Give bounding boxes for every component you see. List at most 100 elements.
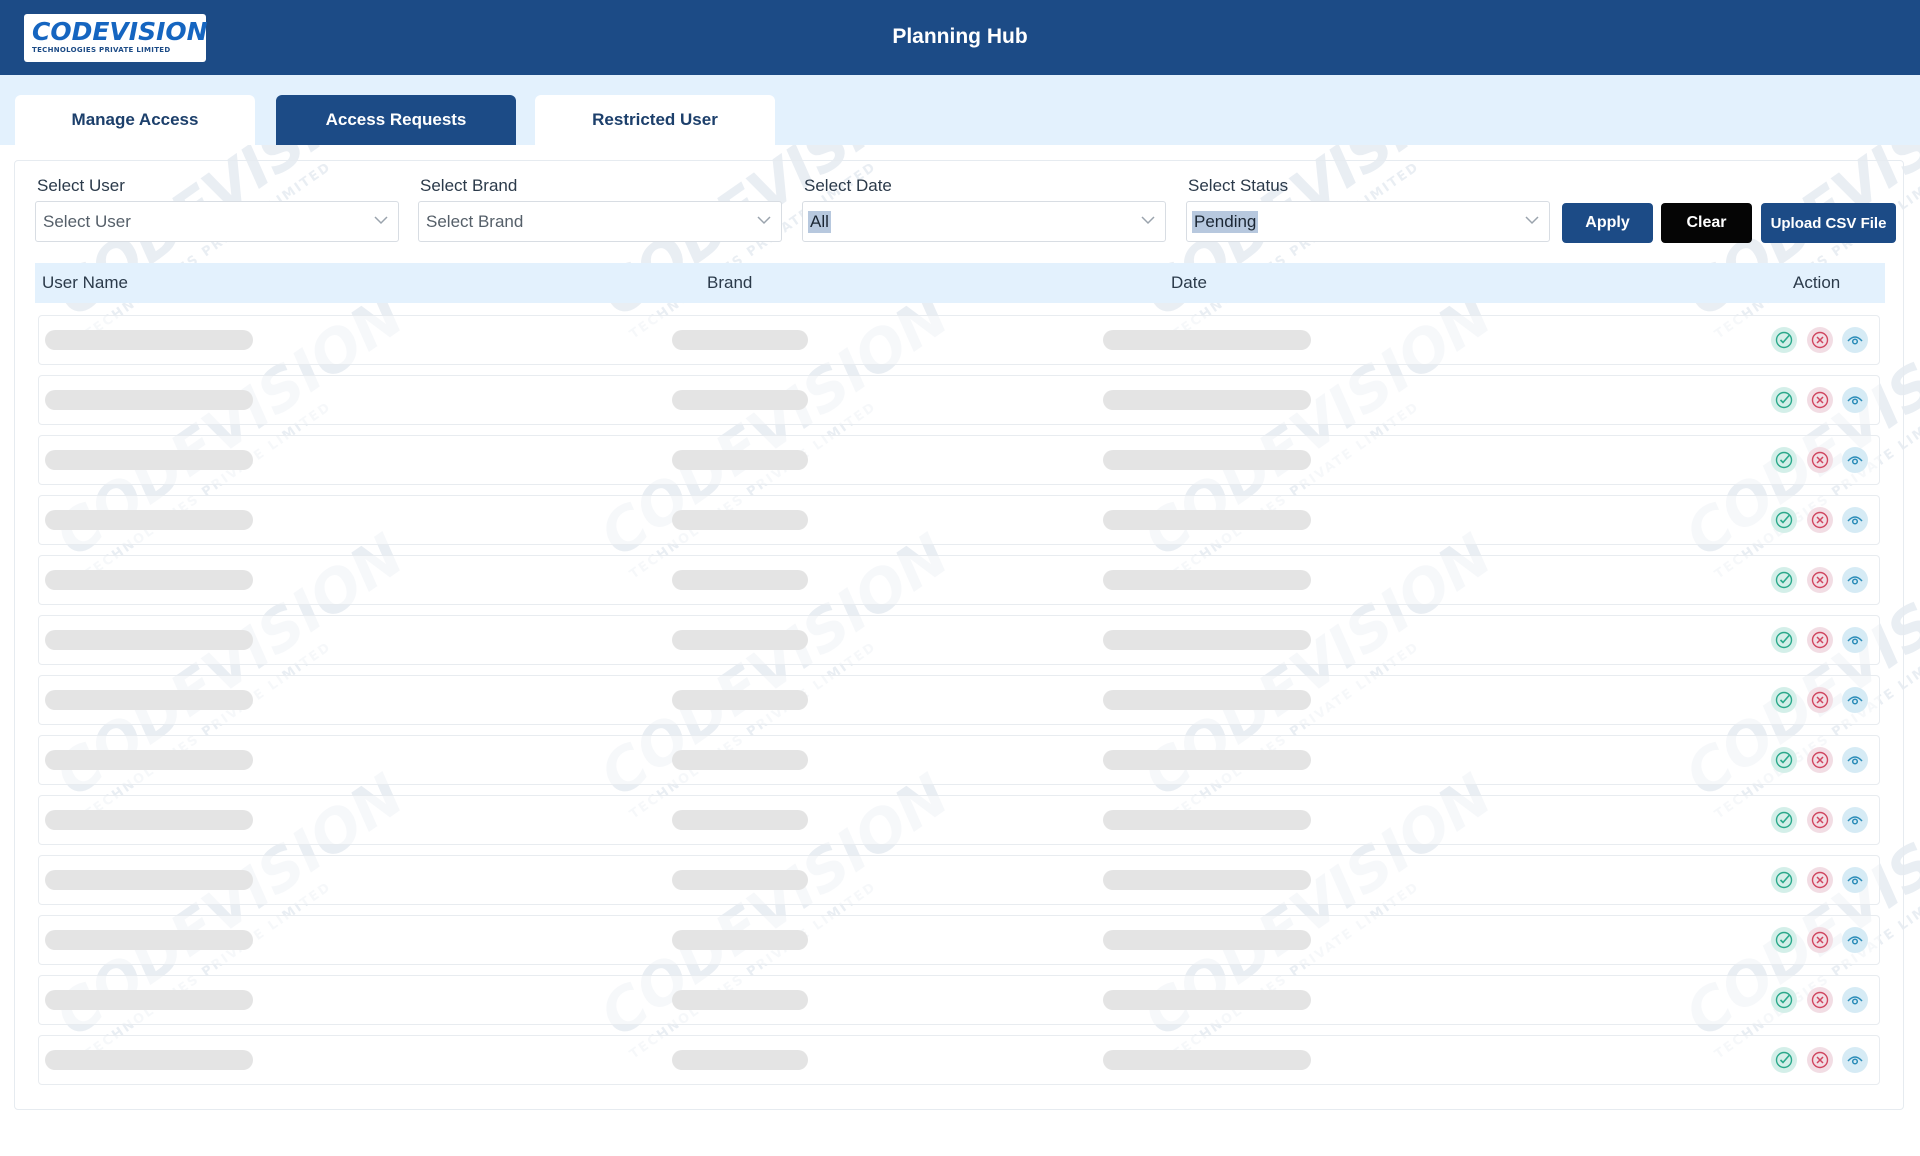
select-brand-dropdown[interactable]: Select Brand [418,201,782,242]
view-eye-icon [1847,696,1863,705]
view-button[interactable] [1842,747,1868,773]
approve-button[interactable] [1771,627,1797,653]
tab-manage-access[interactable]: Manage Access [15,95,255,145]
view-eye-icon [1847,876,1863,885]
reject-button[interactable] [1807,567,1833,593]
app-header: CODEVISION TECHNOLOGIES PRIVATE LIMITED … [0,0,1920,75]
view-button[interactable] [1842,1047,1868,1073]
select-status-dropdown[interactable]: Pending [1186,201,1550,242]
select-date-value: All [808,211,831,233]
table-row [38,615,1880,665]
view-button[interactable] [1842,807,1868,833]
column-header-date: Date [1171,273,1207,292]
view-button[interactable] [1842,867,1868,893]
approve-button[interactable] [1771,687,1797,713]
approve-button[interactable] [1771,747,1797,773]
view-button[interactable] [1842,927,1868,953]
approve-button[interactable] [1771,447,1797,473]
column-header-user-name: User Name [42,273,128,292]
view-button[interactable] [1842,447,1868,473]
column-header-action: Action [1793,273,1841,292]
approve-button[interactable] [1771,1047,1797,1073]
reject-button[interactable] [1807,1047,1833,1073]
approve-check-icon [1775,811,1793,829]
clear-button[interactable]: Clear [1661,203,1752,243]
select-user-dropdown[interactable]: Select User [35,201,399,242]
skeleton-user-name [45,450,253,470]
approve-check-icon [1775,571,1793,589]
chevron-down-icon [757,216,771,225]
skeleton-user-name [45,570,253,590]
reject-button[interactable] [1807,747,1833,773]
approve-check-icon [1775,991,1793,1009]
reject-button[interactable] [1807,687,1833,713]
skeleton-date [1103,750,1311,770]
view-button[interactable] [1842,567,1868,593]
approve-button[interactable] [1771,807,1797,833]
select-brand-value: Select Brand [426,212,524,231]
approve-button[interactable] [1771,507,1797,533]
view-button[interactable] [1842,387,1868,413]
skeleton-brand [672,330,808,350]
table-row [38,675,1880,725]
tab-access-requests[interactable]: Access Requests [276,95,516,145]
skeleton-date [1103,1050,1311,1070]
approve-check-icon [1775,391,1793,409]
skeleton-user-name [45,510,253,530]
tab-bar: Manage Access Access Requests Restricted… [0,75,1920,145]
approve-button[interactable] [1771,927,1797,953]
view-button[interactable] [1842,507,1868,533]
reject-button[interactable] [1807,987,1833,1013]
skeleton-date [1103,630,1311,650]
skeleton-brand [672,750,808,770]
upload-csv-button[interactable]: Upload CSV File [1761,203,1896,243]
skeleton-date [1103,510,1311,530]
reject-button[interactable] [1807,867,1833,893]
reject-button[interactable] [1807,387,1833,413]
table-row [38,855,1880,905]
reject-button[interactable] [1807,447,1833,473]
approve-button[interactable] [1771,987,1797,1013]
reject-x-icon [1811,391,1829,409]
view-eye-icon [1847,456,1863,465]
skeleton-brand [672,390,808,410]
view-eye-icon [1847,816,1863,825]
table-row [38,315,1880,365]
apply-button[interactable]: Apply [1562,203,1653,243]
skeleton-date [1103,330,1311,350]
approve-button[interactable] [1771,567,1797,593]
approve-button[interactable] [1771,867,1797,893]
skeleton-date [1103,930,1311,950]
select-user-value: Select User [43,212,131,231]
chevron-down-icon [1141,216,1155,225]
view-button[interactable] [1842,987,1868,1013]
skeleton-user-name [45,630,253,650]
view-eye-icon [1847,516,1863,525]
view-button[interactable] [1842,327,1868,353]
skeleton-date [1103,390,1311,410]
tab-restricted-user[interactable]: Restricted User [535,95,775,145]
approve-check-icon [1775,1051,1793,1069]
reject-button[interactable] [1807,327,1833,353]
reject-button[interactable] [1807,507,1833,533]
table-row [38,735,1880,785]
reject-button[interactable] [1807,927,1833,953]
select-date-dropdown[interactable]: All [802,201,1166,242]
approve-button[interactable] [1771,387,1797,413]
view-button[interactable] [1842,627,1868,653]
view-button[interactable] [1842,687,1868,713]
approve-check-icon [1775,331,1793,349]
skeleton-user-name [45,390,253,410]
skeleton-brand [672,450,808,470]
reject-button[interactable] [1807,807,1833,833]
reject-x-icon [1811,571,1829,589]
approve-button[interactable] [1771,327,1797,353]
skeleton-brand [672,810,808,830]
page-title: Planning Hub [892,25,1028,48]
skeleton-date [1103,450,1311,470]
reject-x-icon [1811,751,1829,769]
reject-button[interactable] [1807,627,1833,653]
select-brand-label: Select Brand [420,176,518,195]
approve-check-icon [1775,931,1793,949]
reject-x-icon [1811,631,1829,649]
